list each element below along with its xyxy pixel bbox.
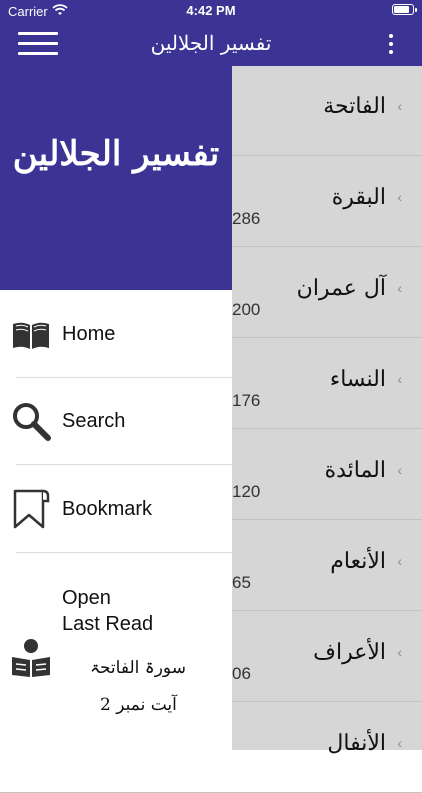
nav-title: تفسیر الجلالین xyxy=(150,31,272,55)
last-read-label-line1: Open xyxy=(62,587,111,609)
last-read-ayah: آیت نمبر 2 xyxy=(100,695,177,715)
surah-name: الأنعام xyxy=(330,549,386,574)
surah-name: الأعراف xyxy=(313,640,386,665)
drawer-item-bookmark-label: Bookmark xyxy=(62,498,153,520)
reader-icon xyxy=(12,639,50,677)
clock: 4:42 PM xyxy=(186,3,236,18)
drawer-item-last-read[interactable]: Open Last Read سورۃ الفاتحۃ آیت نمبر 2 xyxy=(0,553,232,750)
status-bar: Carrier 4:42 PM xyxy=(0,0,422,22)
chevron-left-icon: ‹ xyxy=(397,189,402,205)
bookmark-icon xyxy=(13,489,50,529)
magnifier-icon xyxy=(13,403,51,441)
drawer-item-home-label: Home xyxy=(62,323,116,345)
drawer-item-home[interactable]: Home xyxy=(0,290,232,378)
ayah-count: 176 xyxy=(232,391,261,410)
drawer-item-search[interactable]: Search xyxy=(0,378,232,466)
last-read-label-line2: Last Read xyxy=(62,613,154,635)
surah-name: النساء xyxy=(329,367,386,392)
ayah-count: 06 xyxy=(232,664,251,683)
ayah-count: 200 xyxy=(232,300,261,319)
nav-bar: تفسیر الجلالین xyxy=(0,22,422,66)
last-read-surah: سورۃ الفاتحۃ xyxy=(90,658,186,678)
surah-name: آل عمران xyxy=(296,276,386,301)
more-vertical-icon[interactable] xyxy=(388,34,394,54)
surah-name: المائدة xyxy=(324,458,386,483)
chevron-left-icon: ‹ xyxy=(397,735,402,751)
chevron-left-icon: ‹ xyxy=(397,462,402,478)
drawer-logo-title: تفسیر الجلالین xyxy=(12,134,220,174)
chevron-left-icon: ‹ xyxy=(397,98,402,114)
chevron-left-icon: ‹ xyxy=(397,280,402,296)
ayah-count: 120 xyxy=(232,482,261,501)
chevron-left-icon: ‹ xyxy=(397,371,402,387)
drawer-item-search-label: Search xyxy=(62,410,126,432)
ayah-count: 286 xyxy=(232,209,261,228)
surah-name: الفاتحة xyxy=(323,94,386,119)
battery-icon xyxy=(392,4,417,15)
side-drawer: تفسیر الجلالین Home Search Bookmark Open… xyxy=(0,66,232,750)
surah-name: البقرة xyxy=(331,185,386,210)
ayah-count: 65 xyxy=(232,573,251,592)
book-open-icon xyxy=(13,322,49,349)
chevron-left-icon: ‹ xyxy=(397,553,402,569)
surah-name: الأنفال xyxy=(327,731,386,756)
drawer-header: تفسیر الجلالین xyxy=(0,66,232,290)
drawer-item-bookmark[interactable]: Bookmark xyxy=(0,465,232,553)
chevron-left-icon: ‹ xyxy=(397,644,402,660)
